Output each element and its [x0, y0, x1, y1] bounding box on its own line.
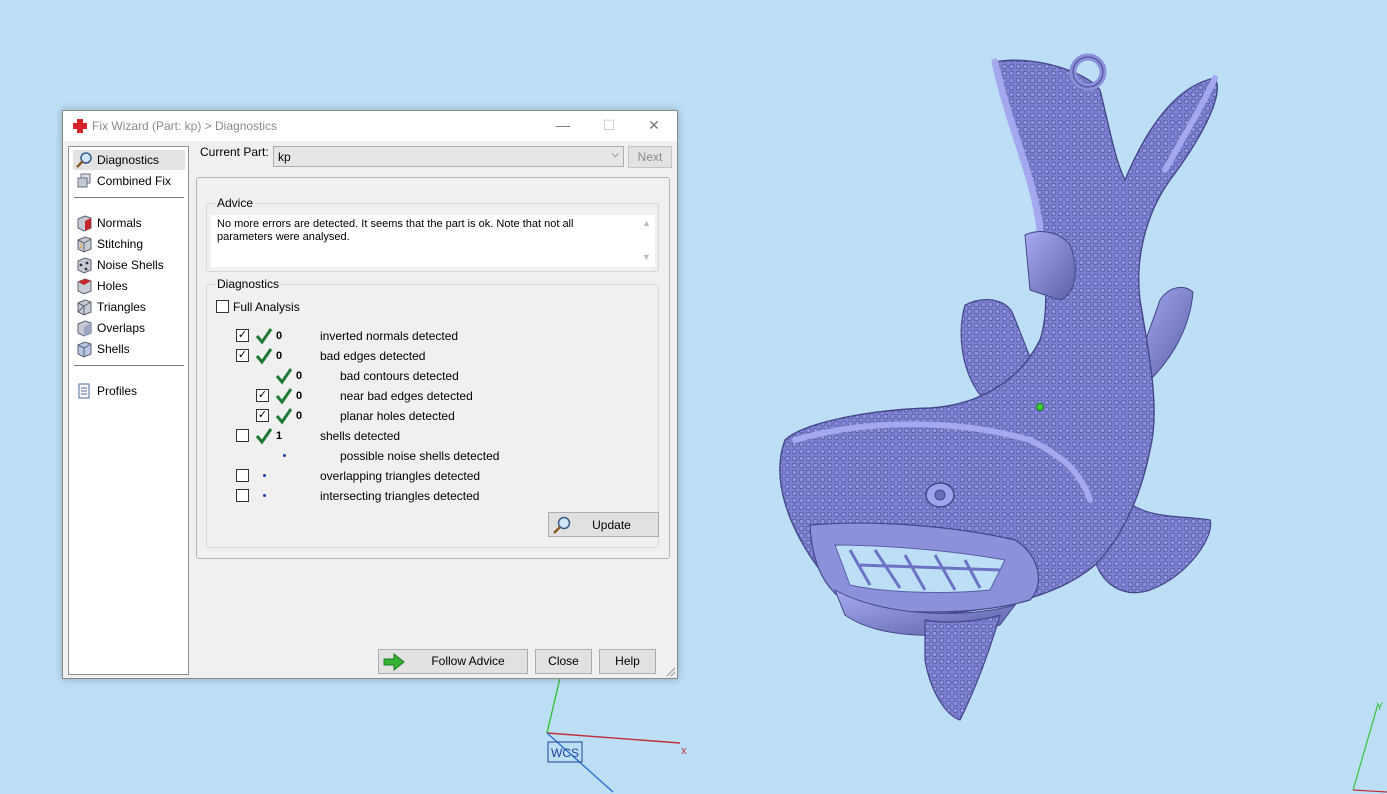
shells-count: 1 [276, 430, 283, 442]
update-label: Update [592, 518, 631, 532]
holes-cube-icon [77, 278, 92, 295]
green-check-icon [275, 388, 293, 405]
nav-separator [74, 365, 184, 366]
red-cross-app-icon [73, 119, 87, 133]
nav-item-holes[interactable]: Holes [73, 276, 185, 296]
full-analysis-checkbox[interactable] [216, 300, 229, 313]
near-bad-edges-label: near bad edges detected [340, 389, 473, 403]
bad-edges-count: 0 [276, 350, 283, 362]
intersecting-triangles-label: intersecting triangles detected [320, 489, 480, 503]
not-analysed-dot-icon [263, 474, 266, 477]
nav-item-profiles[interactable]: Profiles [73, 381, 185, 401]
planar-holes-checkbox[interactable]: ✓ [256, 409, 269, 422]
resize-grip-icon[interactable] [666, 667, 676, 677]
noise-shells-label: possible noise shells detected [340, 449, 500, 463]
inverted-normals-count: 0 [276, 330, 283, 342]
update-button[interactable]: Update [548, 512, 659, 537]
current-part-dropdown[interactable]: kp ⌵ [273, 146, 624, 167]
fix-wizard-dialog: Fix Wizard (Part: kp) > Diagnostics — ☐ … [62, 110, 678, 679]
nav-item-diagnostics[interactable]: Diagnostics [73, 150, 185, 170]
scroll-up-icon[interactable]: ▲ [642, 218, 651, 228]
shells-cube-icon [77, 341, 92, 358]
advice-text: No more errors are detected. It seems th… [217, 218, 574, 243]
bad-contours-label: bad contours detected [340, 369, 459, 383]
bad-contours-count: 0 [296, 370, 303, 382]
help-button[interactable]: Help [599, 649, 656, 674]
nav-item-triangles[interactable]: Triangles [73, 297, 185, 317]
not-analysed-dot-icon [263, 494, 266, 497]
overlaps-cube-icon [77, 320, 92, 337]
stitching-cube-icon [77, 236, 92, 253]
chevron-down-icon: ⌵ [611, 149, 619, 160]
nav-separator [74, 197, 184, 198]
noise-shells-cube-icon [77, 257, 92, 274]
diagnostics-panel: Advice No more errors are detected. It s… [196, 177, 670, 559]
planar-holes-count: 0 [296, 410, 303, 422]
advice-scrollbar[interactable]: ▲ ▼ [638, 215, 655, 267]
nav-item-shells[interactable]: Shells [73, 339, 185, 359]
next-button[interactable]: Next [628, 146, 672, 168]
not-analysed-dot-icon [283, 454, 286, 457]
normals-cube-icon [77, 215, 92, 232]
inverted-normals-checkbox[interactable]: ✓ [236, 329, 249, 342]
wcs-triad: x WCS [546, 677, 687, 793]
green-check-icon [255, 428, 273, 445]
overlapping-triangles-checkbox[interactable] [236, 469, 249, 482]
close-window-button[interactable]: ✕ [631, 111, 677, 141]
axis-x-label: x [681, 745, 687, 757]
overlapping-triangles-label: overlapping triangles detected [320, 469, 481, 483]
planar-holes-label: planar holes detected [340, 409, 455, 423]
near-bad-edges-count: 0 [296, 390, 303, 402]
nav-item-combined-fix[interactable]: Combined Fix [73, 171, 185, 191]
follow-advice-button[interactable]: Follow Advice [378, 649, 528, 674]
view-triad: Y [1352, 701, 1387, 793]
green-check-icon [255, 348, 273, 365]
current-part-value: kp [278, 150, 291, 164]
bad-edges-label: bad edges detected [320, 349, 426, 363]
wcs-label: WCS [551, 746, 579, 760]
magnifier-icon [76, 152, 92, 168]
scroll-down-icon[interactable]: ▼ [642, 252, 651, 262]
current-part-label: Current Part: [200, 145, 269, 159]
inverted-normals-label: inverted normals detected [320, 329, 459, 343]
selection-point [1036, 403, 1044, 411]
diagnostics-title: Diagnostics [215, 277, 282, 291]
triangles-cube-icon [77, 299, 92, 316]
advice-title: Advice [215, 196, 256, 210]
near-bad-edges-checkbox[interactable]: ✓ [256, 389, 269, 402]
minimize-button[interactable]: — [540, 111, 586, 141]
nav-item-noise-shells[interactable]: Noise Shells [73, 255, 185, 275]
shells-checkbox[interactable] [236, 429, 249, 442]
profiles-document-icon [78, 383, 90, 399]
green-arrow-icon [383, 652, 405, 672]
green-check-icon [275, 368, 293, 385]
close-button[interactable]: Close [535, 649, 592, 674]
follow-advice-label: Follow Advice [431, 654, 505, 668]
title-bar[interactable]: Fix Wizard (Part: kp) > Diagnostics — ☐ … [63, 111, 677, 141]
full-analysis-label: Full Analysis [233, 300, 300, 314]
intersecting-triangles-checkbox[interactable] [236, 489, 249, 502]
advice-text-box: No more errors are detected. It seems th… [211, 215, 655, 267]
green-check-icon [275, 408, 293, 425]
green-check-icon [255, 328, 273, 345]
maximize-button[interactable]: ☐ [586, 111, 632, 141]
combined-fix-icon [77, 173, 91, 188]
shark-pendant-model[interactable] [779, 53, 1218, 721]
axis-y-label: Y [1376, 701, 1384, 713]
y-axis-line [546, 677, 561, 734]
nav-item-overlaps[interactable]: Overlaps [73, 318, 185, 338]
window-title: Fix Wizard (Part: kp) > Diagnostics [92, 119, 278, 133]
wizard-navigation: Diagnostics Combined Fix Normals Stitchi… [68, 146, 189, 675]
bad-edges-checkbox[interactable]: ✓ [236, 349, 249, 362]
nav-item-stitching[interactable]: Stitching [73, 234, 185, 254]
nav-item-normals[interactable]: Normals [73, 213, 185, 233]
shells-label: shells detected [320, 429, 401, 443]
diagnostics-group: Diagnostics Full Analysis ✓ 0 inverted n… [206, 277, 659, 548]
advice-group: Advice No more errors are detected. It s… [206, 196, 659, 272]
